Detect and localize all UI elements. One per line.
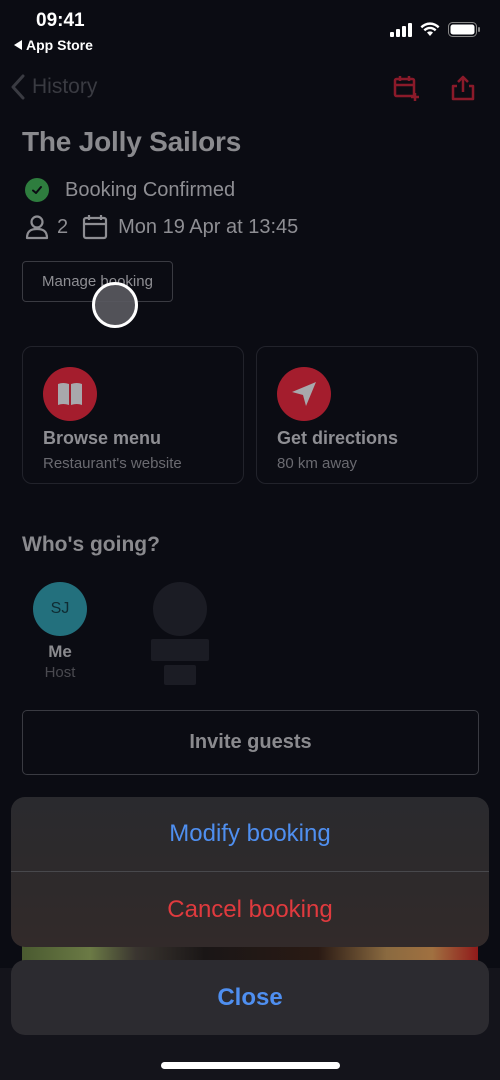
calendar-icon [83,215,108,240]
guest-placeholder-name [151,639,209,661]
guest-placeholder-avatar [153,582,207,636]
card-subtitle: Restaurant's website [43,455,182,472]
nav-actions [392,74,476,102]
cancel-booking-option[interactable]: Cancel booking [11,872,489,947]
back-app-label: App Store [26,37,93,53]
get-directions-card[interactable]: Get directions 80 km away [256,346,478,484]
battery-icon [448,22,480,37]
invite-guests-button[interactable]: Invite guests [22,710,479,775]
card-title: Browse menu [43,428,162,448]
status-icons [390,22,480,37]
card-title: Get directions [277,428,399,448]
back-triangle-icon [14,40,22,50]
touch-indicator [92,282,138,328]
browse-menu-card[interactable]: Browse menu Restaurant's website [22,346,244,484]
share-icon[interactable] [450,74,476,102]
book-icon [43,367,97,421]
chevron-left-icon [11,74,25,100]
person-icon [25,215,49,240]
wifi-icon [420,22,440,36]
avatar: SJ [33,582,87,636]
close-button[interactable]: Close [11,960,489,1035]
booking-status-label: Booking Confirmed [65,178,236,201]
status-bar: 09:41 App Store [0,0,500,60]
guest-name: Me [48,642,72,661]
booking-status: Booking Confirmed [25,178,235,202]
home-indicator[interactable] [161,1062,340,1069]
check-circle-icon [25,178,49,202]
restaurant-name: The Jolly Sailors [22,126,242,157]
booking-datetime: Mon 19 Apr at 13:45 [118,215,299,238]
action-sheet: Modify booking Cancel booking [11,797,489,947]
guest-role: Host [44,664,76,681]
nav-bar: History [0,70,500,110]
back-to-app-store[interactable]: App Store [14,37,93,53]
guest-me[interactable]: SJ Me Host [33,582,87,681]
guest-placeholder-role [164,665,196,685]
cellular-signal-icon [390,22,412,37]
calendar-add-icon[interactable] [392,74,420,102]
back-button[interactable]: History [10,74,97,100]
back-label: History [32,75,98,98]
booking-details: 2 Mon 19 Apr at 13:45 [25,214,298,240]
navigation-arrow-icon [277,367,331,421]
whos-going-heading: Who's going? [22,533,160,556]
guest-count: 2 [57,215,69,238]
card-subtitle: 80 km away [277,455,358,472]
status-time: 09:41 [36,10,85,31]
modify-booking-option[interactable]: Modify booking [11,797,489,872]
